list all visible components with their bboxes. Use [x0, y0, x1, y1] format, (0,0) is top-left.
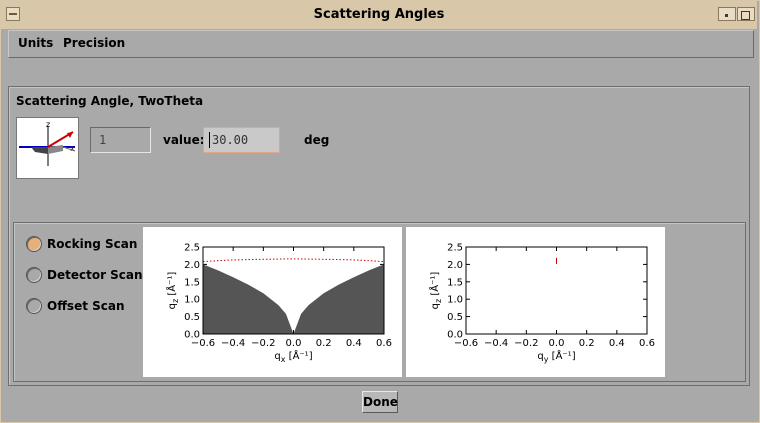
plot1-ytick-label: 0.5 [447, 312, 463, 323]
angle-index-field[interactable]: 1 [90, 127, 151, 153]
angle-value-text: 30.00 [212, 133, 249, 147]
plot1-xlabel: qy [Å⁻¹] [537, 349, 575, 364]
plot0-ytick-label: 2.0 [184, 260, 200, 271]
svg-text:z: z [46, 120, 50, 129]
minimize-button[interactable] [718, 7, 736, 21]
plot0-xtick-label: 0.0 [286, 338, 302, 349]
plot0-xlabel: qx [Å⁻¹] [274, 349, 312, 364]
plot1-ytick-label: 1.5 [447, 277, 463, 288]
plot0-ytick-label: 1.5 [184, 277, 200, 288]
plot1-xtick-label: 0.2 [579, 338, 595, 349]
plot1-xtick-label: 0.6 [639, 338, 655, 349]
value-label: value: [163, 133, 205, 147]
plot0-ytick-label: 1.0 [184, 295, 200, 306]
plot0-xtick-label: −0.4 [221, 338, 245, 349]
radio-indicator-offset[interactable] [26, 298, 42, 314]
title-bar[interactable]: Scattering Angles [1, 1, 757, 30]
section-title: Scattering Angle, TwoTheta [16, 94, 204, 108]
plot1-xtick-label: 0.4 [609, 338, 625, 349]
plot1-ytick-label: 0.0 [447, 330, 463, 341]
menu-precision[interactable]: Precision [63, 36, 125, 50]
radio-indicator-rocking[interactable] [26, 236, 42, 252]
qx-qz-plot: −0.6 −0.4 −0.2 0.0 0.2 0.4 0.6 0.0 0.5 1.0 1.5 2.0 2… [143, 227, 402, 377]
plot0-ytick-label: 0.0 [184, 330, 200, 341]
plot0-ytick-label: 0.5 [184, 312, 200, 323]
svg-text:x: x [70, 144, 75, 153]
radio-label-rocking: Rocking Scan [47, 237, 138, 251]
angle-value-input[interactable]: 30.00 [203, 127, 280, 153]
plot0-xtick-label: 0.6 [376, 338, 392, 349]
geometry-thumbnail: z x [16, 117, 79, 179]
plot0-shadow-area [203, 264, 384, 334]
plot1-ylabel: qz [Å⁻¹] [428, 272, 443, 310]
plot1-xtick-label: −0.2 [514, 338, 538, 349]
menu-bar: Units Precision [8, 30, 754, 58]
qx-qz-chart: −0.6 −0.4 −0.2 0.0 0.2 0.4 0.60.00.51.01.52.02… [165, 243, 392, 365]
done-button[interactable]: Done [362, 391, 398, 413]
radio-label-detector: Detector Scan [47, 268, 143, 282]
radio-indicator-detector[interactable] [26, 267, 42, 283]
plot0-xtick-label: 0.2 [316, 338, 332, 349]
plot0-ytick-label: 2.5 [184, 243, 200, 254]
plot0-xtick-label: 0.4 [346, 338, 362, 349]
window-title: Scattering Angles [313, 7, 445, 22]
maximize-button[interactable] [737, 7, 755, 21]
menu-units[interactable]: Units [18, 36, 53, 50]
plot0-trace-line [202, 258, 385, 263]
unit-label: deg [304, 133, 330, 147]
plot1-ytick-label: 2.5 [447, 243, 463, 254]
plot1-xtick-label: 0.0 [549, 338, 565, 349]
qy-qz-chart: −0.6 −0.4 −0.2 0.0 0.2 0.4 0.60.00.51.01.52.02… [428, 243, 655, 365]
text-cursor [209, 132, 210, 148]
radio-label-offset: Offset Scan [47, 299, 125, 313]
qy-qz-plot: −0.6 −0.4 −0.2 0.0 0.2 0.4 0.6 0.0 0.5 1.0 1.5 2.0 2… [406, 227, 665, 377]
plot1-xtick-label: −0.4 [484, 338, 508, 349]
plot1-ytick-label: 1.0 [447, 295, 463, 306]
plot1-ytick-label: 2.0 [447, 260, 463, 271]
plot0-xtick-label: −0.2 [251, 338, 275, 349]
plot0-ylabel: qz [Å⁻¹] [165, 272, 180, 310]
geometry-axes-icon: z x [19, 120, 76, 166]
